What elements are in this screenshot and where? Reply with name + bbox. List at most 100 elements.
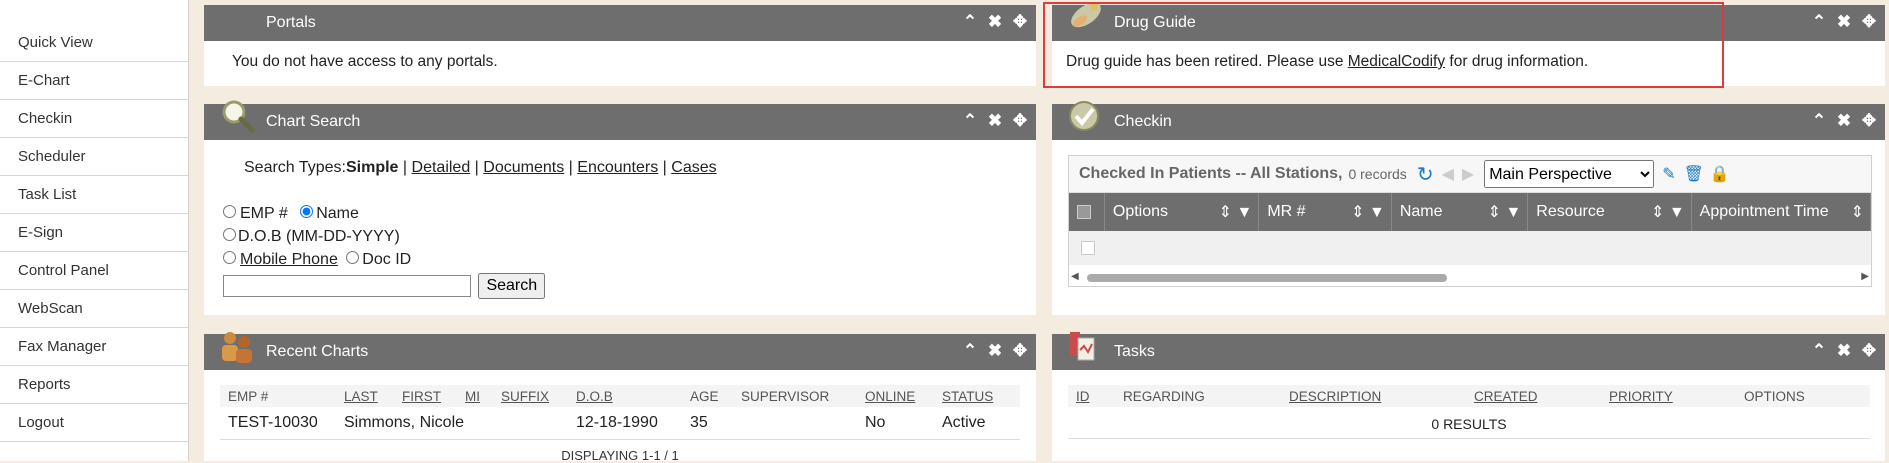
refresh-icon[interactable]: ↻ <box>1417 162 1434 187</box>
column-id[interactable]: ID <box>1068 389 1123 404</box>
chevron-up-icon[interactable]: ⌃ <box>1811 342 1827 360</box>
panel-title: Chart Search <box>266 113 361 130</box>
next-page-icon[interactable]: ▶ <box>1462 164 1474 184</box>
sidebar-item-checkin[interactable]: Checkin <box>0 100 188 138</box>
sort-filter-icon[interactable]: ⇕ ▼ <box>1488 202 1522 222</box>
column-first[interactable]: FIRST <box>402 389 465 404</box>
column-emp: EMP # <box>228 388 269 404</box>
search-types: Search Types:Simple | Detailed | Documen… <box>244 159 717 177</box>
search-type-encounters[interactable]: Encounters <box>577 159 658 176</box>
docid-label: Doc ID <box>362 251 412 268</box>
grid-header: Options ⇕ ▼ MR # ⇕ ▼ Name ⇕ ▼ Resource ⇕ ▼ A… <box>1069 193 1871 231</box>
cell-emp: TEST-10030 <box>228 414 318 431</box>
sidebar-item-quick-view[interactable]: Quick View <box>0 23 188 62</box>
column-mr[interactable]: MR # ⇕ ▼ <box>1259 193 1392 231</box>
sidebar-item-e-chart[interactable]: E-Chart <box>0 62 188 100</box>
sidebar-item-e-sign[interactable]: E-Sign <box>0 214 188 252</box>
chevron-up-icon[interactable]: ⌃ <box>1811 112 1827 130</box>
recent-charts-table: EMP # LAST FIRST MI SUFFIX D.O.B AGE SUP… <box>220 385 1020 463</box>
medicalcodify-link[interactable]: MedicalCodify <box>1348 53 1445 70</box>
sort-filter-icon[interactable]: ⇕ ▼ <box>1351 202 1385 222</box>
move-icon[interactable]: ✥ <box>1012 342 1028 360</box>
column-online[interactable]: ONLINE <box>865 389 942 404</box>
sidebar-item-reports[interactable]: Reports <box>0 366 188 404</box>
sort-filter-icon[interactable]: ⇕ ▼ <box>1651 202 1685 222</box>
sidebar-nav: Quick View E-Chart Checkin Scheduler Tas… <box>0 0 189 461</box>
column-options[interactable]: Options ⇕ ▼ <box>1105 193 1260 231</box>
sidebar-item-webscan[interactable]: WebScan <box>0 290 188 328</box>
close-icon[interactable]: ✖ <box>987 112 1003 130</box>
column-resource[interactable]: Resource ⇕ ▼ <box>1528 193 1692 231</box>
docid-radio[interactable] <box>346 251 360 264</box>
trash-icon[interactable]: 🗑 <box>1684 164 1704 184</box>
table-row[interactable]: TEST-10030 Simmons, Nicole 12-18-1990 35… <box>220 407 1020 440</box>
chevron-up-icon[interactable]: ⌃ <box>962 112 978 130</box>
dob-label: D.O.B (MM-DD-YYYY) <box>238 228 400 245</box>
search-type-cases[interactable]: Cases <box>671 159 716 176</box>
sidebar-item-control-panel[interactable]: Control Panel <box>0 252 188 290</box>
select-all-checkbox[interactable] <box>1069 193 1105 231</box>
sort-icon[interactable]: ⇕ <box>1851 202 1864 222</box>
sidebar-item-task-list[interactable]: Task List <box>0 176 188 214</box>
chevron-up-icon[interactable]: ⌃ <box>962 13 978 31</box>
column-name[interactable]: Name ⇕ ▼ <box>1392 193 1529 231</box>
lock-icon[interactable]: 🔒 <box>1710 164 1730 184</box>
mobile-phone-label[interactable]: Mobile Phone <box>240 251 338 268</box>
move-icon[interactable]: ✥ <box>1861 342 1877 360</box>
drug-guide-text-before: Drug guide has been retired. Please use <box>1066 53 1348 70</box>
column-description[interactable]: DESCRIPTION <box>1289 389 1474 404</box>
scroll-left-icon[interactable]: ◀ <box>1071 271 1079 282</box>
move-icon[interactable]: ✥ <box>1861 112 1877 130</box>
column-label: Appointment Time <box>1699 203 1829 220</box>
emp-radio[interactable] <box>223 205 236 218</box>
tasks-panel: Tasks ⌃ ✖ ✥ ID REGARDING DESCRIPTION CRE… <box>1052 332 1885 461</box>
mobile-radio[interactable] <box>223 251 236 264</box>
panel-header: Tasks ⌃ ✖ ✥ <box>1052 332 1885 370</box>
column-created[interactable]: CREATED <box>1474 389 1609 404</box>
column-status[interactable]: STATUS <box>942 389 1012 404</box>
move-icon[interactable]: ✥ <box>1861 13 1877 31</box>
row-checkbox[interactable] <box>1081 241 1095 255</box>
close-icon[interactable]: ✖ <box>1836 13 1852 31</box>
scrollbar-thumb[interactable] <box>1087 274 1447 282</box>
search-button[interactable]: Search <box>478 273 546 299</box>
sidebar-item-scheduler[interactable]: Scheduler <box>0 138 188 176</box>
sort-filter-icon[interactable]: ⇕ ▼ <box>1219 202 1253 222</box>
column-label: Options <box>1112 203 1169 220</box>
sidebar-item-fax-manager[interactable]: Fax Manager <box>0 328 188 366</box>
dob-radio[interactable] <box>223 228 236 241</box>
column-label: Resource <box>1536 203 1605 220</box>
column-priority[interactable]: PRIORITY <box>1609 389 1744 404</box>
search-type-simple[interactable]: Simple <box>346 159 398 176</box>
close-icon[interactable]: ✖ <box>1836 112 1852 130</box>
column-suffix[interactable]: SUFFIX <box>501 389 576 404</box>
sidebar-item-logout[interactable]: Logout <box>0 404 188 442</box>
search-type-detailed[interactable]: Detailed <box>412 159 471 176</box>
edit-icon[interactable]: ✎ <box>1662 164 1675 184</box>
drug-guide-panel: Drug Guide ⌃ ✖ ✥ Drug guide has been ret… <box>1052 2 1885 86</box>
search-type-documents[interactable]: Documents <box>483 159 564 176</box>
drug-guide-message: Drug guide has been retired. Please use … <box>1052 41 1885 83</box>
close-icon[interactable]: ✖ <box>1836 342 1852 360</box>
move-icon[interactable]: ✥ <box>1012 13 1028 31</box>
column-mi[interactable]: MI <box>465 389 501 404</box>
chevron-up-icon[interactable]: ⌃ <box>1811 13 1827 31</box>
search-input[interactable] <box>223 275 471 297</box>
horizontal-scrollbar[interactable]: ◀ ▶ <box>1069 268 1871 286</box>
table-header: EMP # LAST FIRST MI SUFFIX D.O.B AGE SUP… <box>220 385 1020 407</box>
move-icon[interactable]: ✥ <box>1012 112 1028 130</box>
column-appointment-time[interactable]: Appointment Time ⇕ <box>1692 193 1871 231</box>
scroll-right-icon[interactable]: ▶ <box>1861 271 1869 282</box>
column-label: Name <box>1399 203 1443 220</box>
close-icon[interactable]: ✖ <box>987 342 1003 360</box>
cell-status: Active <box>942 414 986 431</box>
cell-online: No <box>865 414 886 431</box>
column-last[interactable]: LAST <box>344 389 402 404</box>
close-icon[interactable]: ✖ <box>987 13 1003 31</box>
cell-name: Simmons, Nicole <box>344 414 465 431</box>
name-radio[interactable] <box>300 205 314 218</box>
perspective-select[interactable]: Main Perspective <box>1484 160 1655 188</box>
column-dob[interactable]: D.O.B <box>576 389 690 404</box>
prev-page-icon[interactable]: ◀ <box>1442 164 1454 184</box>
chevron-up-icon[interactable]: ⌃ <box>962 342 978 360</box>
